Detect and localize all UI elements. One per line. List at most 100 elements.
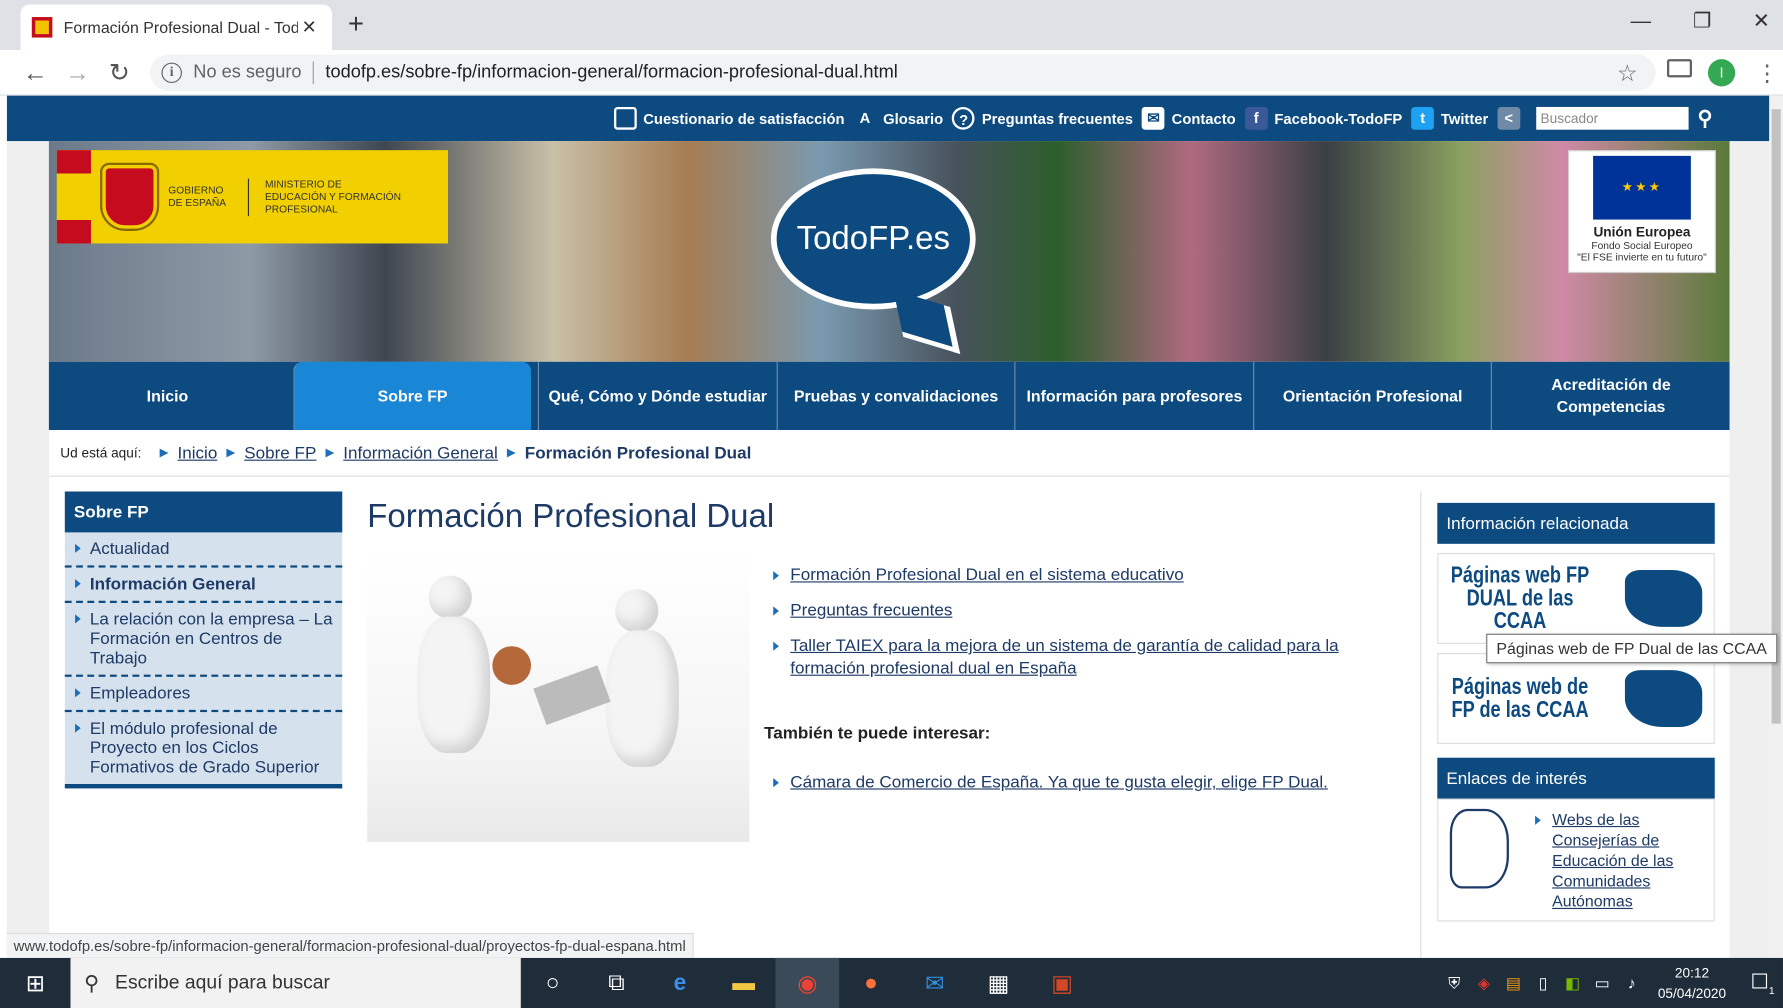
banner-fp-dual-ccaa[interactable]: Páginas web FP DUAL de las CCAA [1437,552,1715,644]
topbar-link-facebook[interactable]: f Facebook-TodoFP [1244,106,1402,130]
tab-title: Formación Profesional Dual - Tod [63,18,298,37]
sidebar-item-informacion-general[interactable]: Información General [64,567,343,603]
cast-icon[interactable] [1666,59,1693,78]
sidebar-item-modulo-proyecto[interactable]: El módulo profesional de Proyecto en los… [64,712,343,784]
stamp-icon [492,646,532,685]
store-icon[interactable]: ▦ [967,958,1031,1008]
mail-icon[interactable]: ✉ [903,958,967,1008]
nav-item-sobre-fp[interactable]: Sobre FP [292,361,532,431]
clock[interactable]: 20:12 05/04/2020 [1658,962,1726,1003]
cortana-icon[interactable]: ○ [521,958,585,1008]
restore-button[interactable]: ❐ [1685,9,1719,33]
browser-tab[interactable]: Formación Profesional Dual - Tod ✕ [20,4,333,51]
question-icon: ? [952,106,975,130]
security-icon[interactable]: ⛨ [1439,973,1469,992]
spain-map-icon [1625,569,1703,627]
breadcrumb-arrow-icon: ▶ [226,446,236,460]
todofp-logo[interactable]: TodoFP.es [770,168,976,355]
app-tray-icon[interactable]: ▤ [1499,973,1529,992]
figure-body [417,616,491,754]
web-page: Cuestionario de satisfacción A Glosario ?… [6,95,1770,958]
breadcrumb-label: Ud está aquí: [60,444,142,461]
breadcrumb-link-info-general[interactable]: Información General [343,443,498,462]
security-label[interactable]: No es seguro [193,63,301,83]
section-sidebar: Sobre FP Actualidad Información General … [64,491,343,807]
topbar-link-cuestionario[interactable]: Cuestionario de satisfacción [613,106,845,130]
network-icon[interactable]: ▭ [1587,973,1617,992]
eu-logo[interactable]: ★★★ Unión Europea Fondo Social Europeo "… [1568,150,1716,274]
page-title: Formación Profesional Dual [367,498,775,535]
back-button[interactable]: ← [20,59,50,86]
nav-item-que-como-donde[interactable]: Qué, Cómo y Dónde estudiar [538,361,776,431]
nav-item-inicio[interactable]: Inicio [49,362,286,430]
nav-item-orientacion[interactable]: Orientación Profesional [1252,361,1491,431]
start-button[interactable]: ⊞ [0,958,71,1008]
topbar-link-twitter[interactable]: t Twitter [1411,106,1488,130]
taskbar-search-placeholder: Escribe aquí para buscar [115,971,330,994]
nav-item-profesores[interactable]: Información para profesores [1014,361,1253,431]
figure-body [606,630,679,767]
address-bar[interactable]: i No es seguro todofp.es/sobre-fp/inform… [150,54,1656,92]
header-banner: GOBIERNO DE ESPAÑA MINISTERIO DE EDUCACI… [48,141,1730,362]
topbar-link-contacto[interactable]: ✉ Contacto [1142,106,1236,130]
new-tab-button[interactable]: + [348,9,375,41]
url-text[interactable]: todofp.es/sobre-fp/informacion-general/f… [325,63,897,83]
bookmark-star-icon[interactable]: ☆ [1617,59,1637,87]
acrobat-icon[interactable]: ◈ [1469,973,1499,992]
divider [48,475,1730,477]
info-icon[interactable]: i [161,62,182,84]
breadcrumb: Ud está aquí: ▶ Inicio ▶ Sobre FP ▶ Info… [60,439,751,466]
reload-button[interactable]: ↻ [105,59,135,86]
share-button[interactable]: < [1497,106,1527,130]
link-taller-taiex[interactable]: Taller TAIEX para la mejora de un sistem… [790,636,1338,678]
government-logo[interactable]: GOBIERNO DE ESPAÑA MINISTERIO DE EDUCACI… [56,150,449,244]
sidebar-item-actualidad[interactable]: Actualidad [64,532,343,568]
status-url: www.todofp.es/sobre-fp/informacion-gener… [6,932,694,958]
list-item: Taller TAIEX para la mejora de un sistem… [765,635,1356,681]
breadcrumb-link-inicio[interactable]: Inicio [177,443,217,462]
taskbar-search[interactable]: ⚲ Escribe aquí para buscar [70,957,521,1008]
browser-toolbar: ← → ↻ i No es seguro todofp.es/sobre-fp/… [0,50,1783,96]
breadcrumb-arrow-icon: ▶ [159,446,169,460]
scrollbar-thumb[interactable] [1771,109,1781,724]
link-camara-comercio[interactable]: Cámara de Comercio de España. Ya que te … [790,772,1328,791]
volume-icon[interactable]: ♪ [1617,974,1647,992]
profile-avatar[interactable]: I [1707,59,1736,87]
search-input[interactable]: Buscador [1536,106,1689,130]
banner-fp-ccaa[interactable]: Páginas web de FP de las CCAA [1437,653,1715,745]
related-info-heading: Información relacionada [1437,502,1715,544]
search-icon[interactable]: ⚲ [1697,106,1712,130]
ministry-text: MINISTERIO DE EDUCACIÓN Y FORMACIÓN PROF… [247,178,419,216]
nav-item-pruebas[interactable]: Pruebas y convalidaciones [776,361,1014,431]
link-preguntas-frecuentes[interactable]: Preguntas frecuentes [790,601,952,620]
powerpoint-icon[interactable]: ▣ [1030,958,1094,1008]
browser-menu-icon[interactable]: ⋮ [1756,59,1779,87]
forward-button[interactable]: → [63,59,93,86]
file-explorer-icon[interactable]: ▬ [712,958,776,1008]
close-window-button[interactable]: ✕ [1744,9,1778,33]
edge-icon[interactable]: e [648,958,712,1008]
link-consejerias[interactable]: Webs de las Consejerías de Educación de … [1552,810,1673,910]
banner-text: Páginas web FP DUAL de las CCAA [1450,563,1590,634]
spain-map-icon [1625,670,1703,727]
divider [1420,491,1422,958]
firefox-icon[interactable]: ● [839,958,903,1008]
notification-center-icon[interactable]: ☐1 [1742,970,1783,996]
topbar-link-preguntas[interactable]: ? Preguntas frecuentes [952,106,1133,130]
topbar-link-glosario[interactable]: A Glosario [854,107,944,130]
tab-close-icon[interactable]: ✕ [298,16,321,39]
nvidia-icon[interactable]: ◧ [1558,973,1588,992]
nav-item-acreditacion[interactable]: Acreditación de Competencias [1491,361,1729,431]
speech-bubble-tail [893,289,961,355]
usb-icon[interactable]: ▯ [1528,973,1558,992]
minimize-button[interactable]: — [1624,9,1658,33]
link-fp-dual-sistema[interactable]: Formación Profesional Dual en el sistema… [790,565,1183,584]
breadcrumb-link-sobre-fp[interactable]: Sobre FP [244,443,316,462]
chrome-icon[interactable]: ◉ [775,957,840,1008]
breadcrumb-arrow-icon: ▶ [325,446,335,460]
sidebar-item-relacion-empresa[interactable]: La relación con la empresa – La Formació… [64,602,343,677]
sidebar-item-empleadores[interactable]: Empleadores [64,676,343,713]
eu-fund-text: Fondo Social Europeo [1591,240,1693,252]
task-view-icon[interactable]: ⧉ [584,958,648,1008]
interest-links-heading: Enlaces de interés [1437,757,1715,799]
